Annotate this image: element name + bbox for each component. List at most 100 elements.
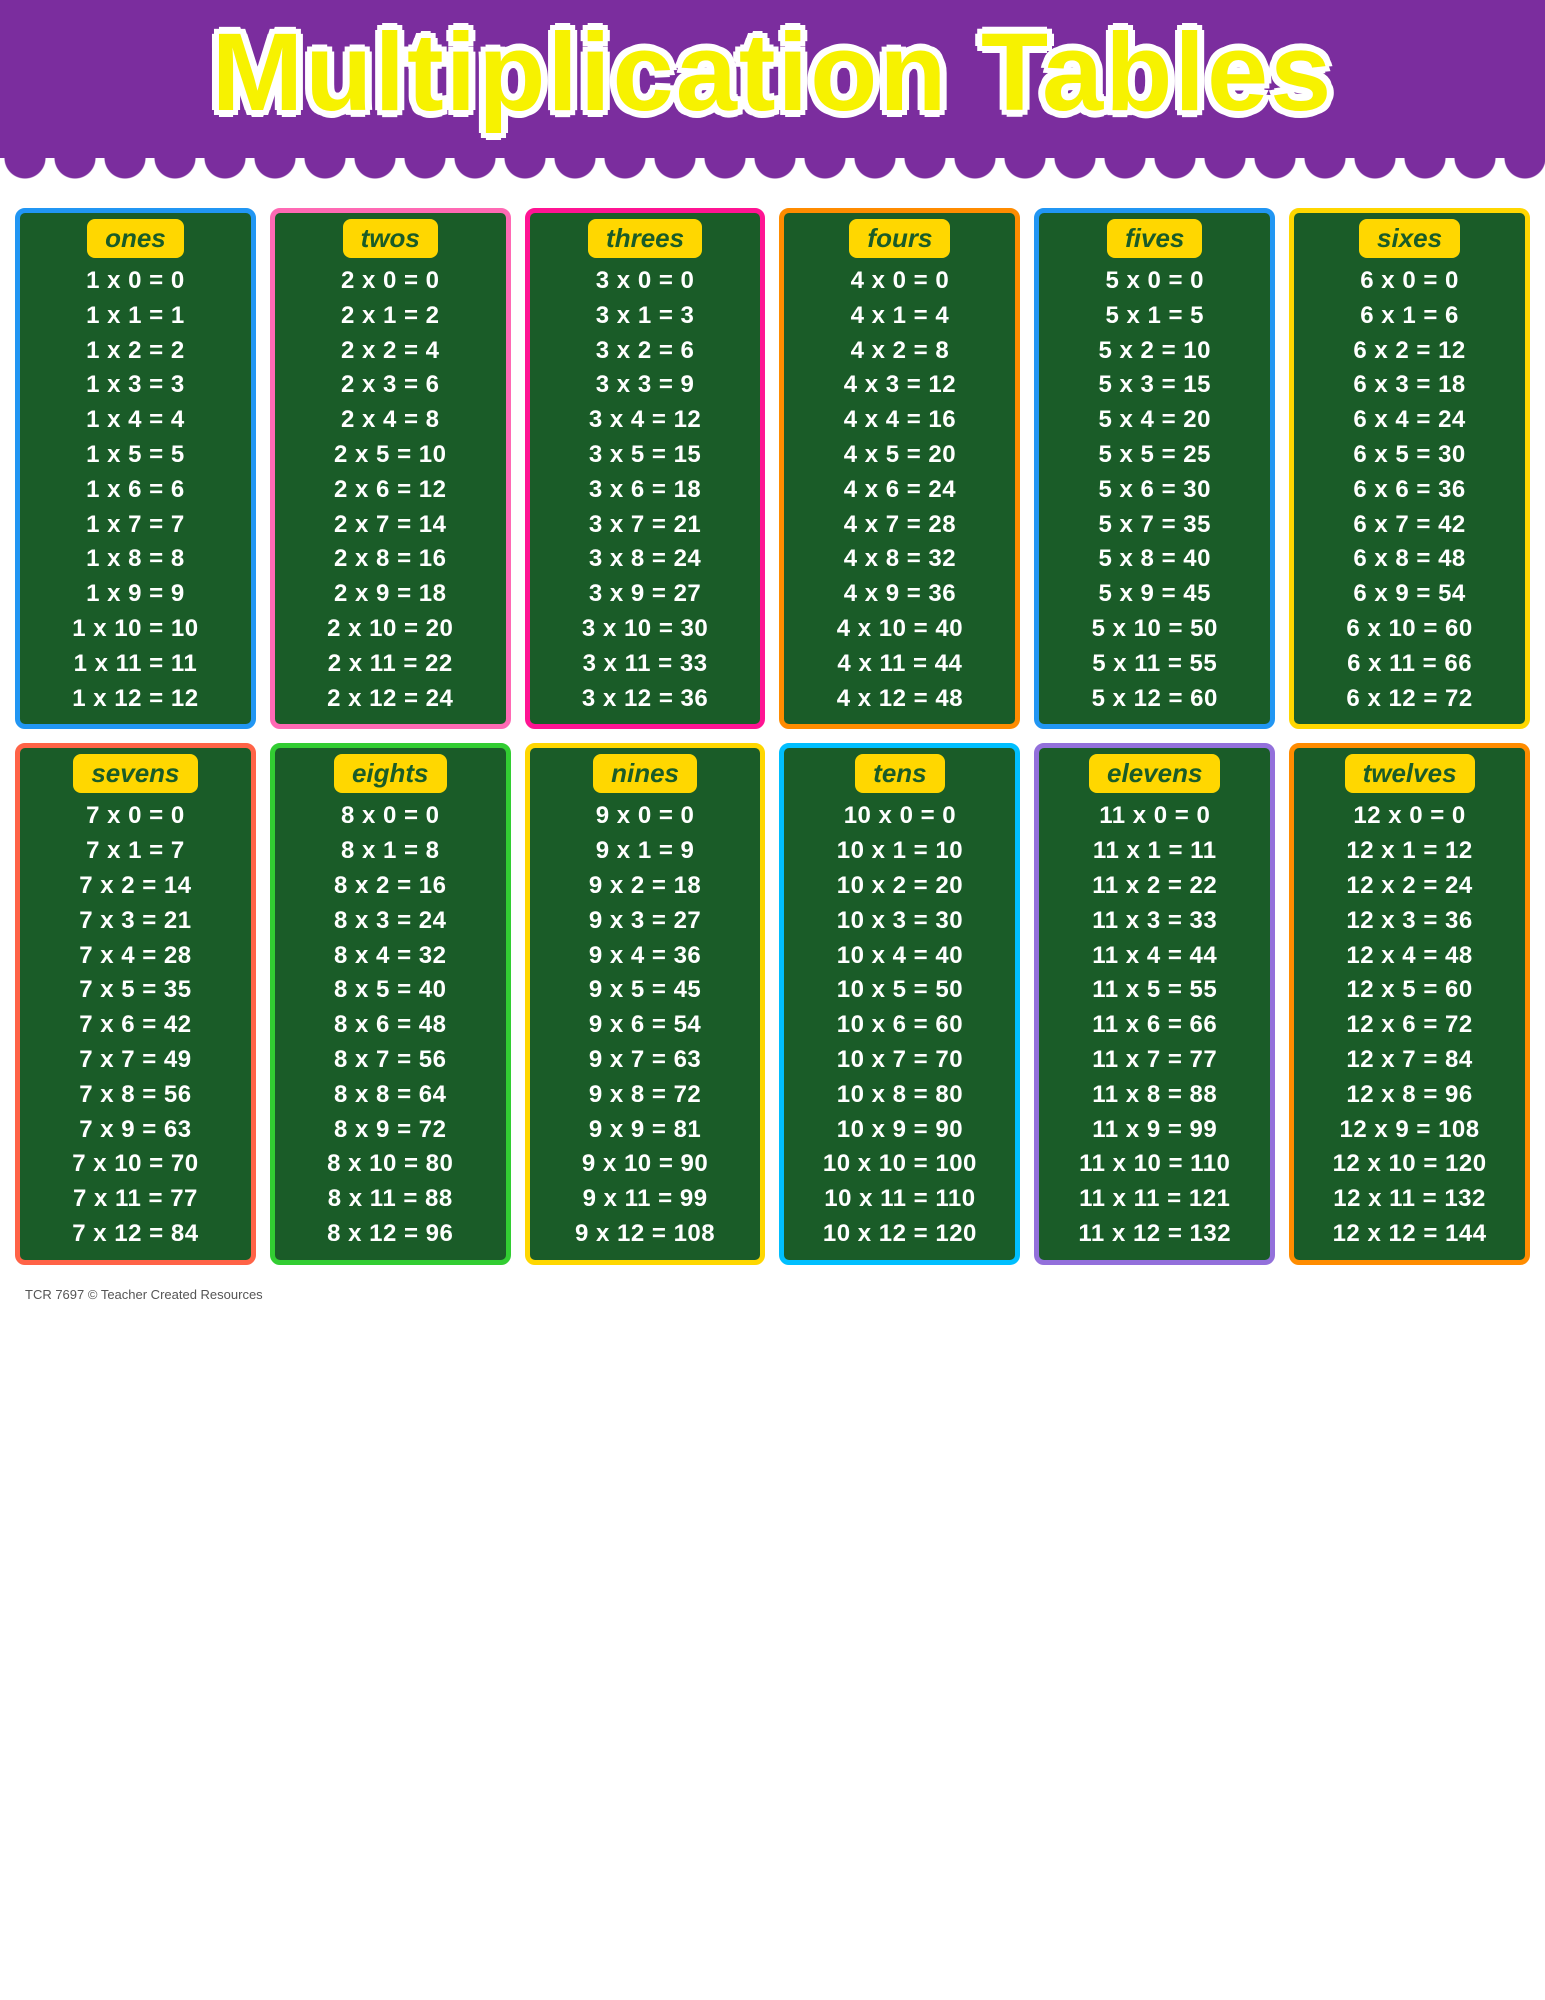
- card-row-twos-5: 2 x 5 = 10: [334, 438, 446, 473]
- card-row-twos-12: 2 x 12 = 24: [327, 682, 453, 717]
- card-rows-sevens: 7 x 0 = 07 x 1 = 77 x 2 = 147 x 3 = 217 …: [24, 799, 247, 1255]
- card-row-fours-1: 4 x 1 = 4: [851, 299, 950, 334]
- table-card-sevens: sevens 7 x 0 = 07 x 1 = 77 x 2 = 147 x 3 …: [15, 743, 256, 1264]
- card-row-elevens-8: 11 x 8 = 88: [1092, 1078, 1217, 1113]
- card-row-threes-0: 3 x 0 = 0: [596, 264, 695, 299]
- card-row-tens-12: 10 x 12 = 120: [823, 1217, 977, 1252]
- card-row-threes-4: 3 x 4 = 12: [589, 403, 701, 438]
- card-row-twelves-9: 12 x 9 = 108: [1340, 1113, 1480, 1148]
- header: Multiplication Tables: [0, 0, 1545, 158]
- card-title-twelves: twelves: [1345, 754, 1475, 793]
- card-row-fives-5: 5 x 5 = 25: [1099, 438, 1211, 473]
- card-row-threes-9: 3 x 9 = 27: [589, 577, 701, 612]
- card-rows-fives: 5 x 0 = 05 x 1 = 55 x 2 = 105 x 3 = 155 …: [1043, 264, 1266, 720]
- card-row-elevens-6: 11 x 6 = 66: [1092, 1008, 1217, 1043]
- card-row-sevens-10: 7 x 10 = 70: [72, 1147, 198, 1182]
- card-row-eights-8: 8 x 8 = 64: [334, 1078, 446, 1113]
- card-row-twos-9: 2 x 9 = 18: [334, 577, 446, 612]
- page-title: Multiplication Tables: [20, 18, 1525, 128]
- table-card-sixes: sixes6 x 0 = 06 x 1 = 66 x 2 = 126 x 3 =…: [1289, 208, 1530, 729]
- card-row-eights-11: 8 x 11 = 88: [328, 1182, 453, 1217]
- card-row-sixes-11: 6 x 11 = 66: [1347, 647, 1472, 682]
- card-row-twelves-11: 12 x 11 = 132: [1333, 1182, 1486, 1217]
- card-row-eights-3: 8 x 3 = 24: [334, 904, 446, 939]
- card-row-ones-11: 1 x 11 = 11: [74, 647, 198, 682]
- table-card-fours: fours4 x 0 = 04 x 1 = 44 x 2 = 84 x 3 = …: [779, 208, 1020, 729]
- card-row-threes-5: 3 x 5 = 15: [589, 438, 701, 473]
- card-row-nines-5: 9 x 5 = 45: [589, 973, 701, 1008]
- card-title-eights: eights: [334, 754, 447, 793]
- card-row-twos-0: 2 x 0 = 0: [341, 264, 440, 299]
- card-row-elevens-11: 11 x 11 = 121: [1079, 1182, 1230, 1217]
- card-rows-threes: 3 x 0 = 03 x 1 = 33 x 2 = 63 x 3 = 93 x …: [534, 264, 757, 720]
- card-row-twelves-7: 12 x 7 = 84: [1346, 1043, 1472, 1078]
- card-title-nines: nines: [593, 754, 697, 793]
- card-rows-eights: 8 x 0 = 08 x 1 = 88 x 2 = 168 x 3 = 248 …: [279, 799, 502, 1255]
- card-row-threes-8: 3 x 8 = 24: [589, 542, 701, 577]
- card-row-sevens-0: 7 x 0 = 0: [86, 799, 185, 834]
- card-row-twos-2: 2 x 2 = 4: [341, 334, 440, 369]
- card-row-fives-0: 5 x 0 = 0: [1105, 264, 1204, 299]
- card-row-sixes-12: 6 x 12 = 72: [1346, 682, 1472, 717]
- card-row-ones-10: 1 x 10 = 10: [72, 612, 198, 647]
- card-row-eights-1: 8 x 1 = 8: [341, 834, 440, 869]
- card-row-fours-3: 4 x 3 = 12: [844, 368, 956, 403]
- card-row-nines-10: 9 x 10 = 90: [582, 1147, 708, 1182]
- card-row-elevens-4: 11 x 4 = 44: [1092, 939, 1217, 974]
- card-rows-nines: 9 x 0 = 09 x 1 = 99 x 2 = 189 x 3 = 279 …: [534, 799, 757, 1255]
- card-row-fours-2: 4 x 2 = 8: [851, 334, 950, 369]
- card-row-fives-6: 5 x 6 = 30: [1099, 473, 1211, 508]
- table-card-elevens: elevens11 x 0 = 011 x 1 = 1111 x 2 = 221…: [1034, 743, 1275, 1264]
- card-row-sixes-8: 6 x 8 = 48: [1353, 542, 1465, 577]
- card-row-elevens-3: 11 x 3 = 33: [1092, 904, 1217, 939]
- card-row-eights-4: 8 x 4 = 32: [334, 939, 446, 974]
- card-row-ones-7: 1 x 7 = 7: [86, 508, 185, 543]
- table-card-nines: nines 9 x 0 = 09 x 1 = 99 x 2 = 189 x 3 =…: [525, 743, 766, 1264]
- card-title-elevens: elevens: [1089, 754, 1220, 793]
- card-row-threes-10: 3 x 10 = 30: [582, 612, 708, 647]
- card-row-threes-12: 3 x 12 = 36: [582, 682, 708, 717]
- card-row-sevens-12: 7 x 12 = 84: [72, 1217, 198, 1252]
- card-row-sixes-7: 6 x 7 = 42: [1353, 508, 1465, 543]
- card-row-nines-12: 9 x 12 = 108: [575, 1217, 715, 1252]
- card-row-tens-7: 10 x 7 = 70: [837, 1043, 963, 1078]
- card-row-tens-10: 10 x 10 = 100: [823, 1147, 977, 1182]
- card-row-sevens-6: 7 x 6 = 42: [79, 1008, 191, 1043]
- card-row-twos-10: 2 x 10 = 20: [327, 612, 453, 647]
- card-row-eights-10: 8 x 10 = 80: [327, 1147, 453, 1182]
- card-title-tens: tens: [855, 754, 944, 793]
- card-row-tens-0: 10 x 0 = 0: [844, 799, 956, 834]
- card-row-tens-1: 10 x 1 = 10: [837, 834, 963, 869]
- card-row-fours-12: 4 x 12 = 48: [837, 682, 963, 717]
- card-row-sixes-2: 6 x 2 = 12: [1353, 334, 1465, 369]
- card-row-tens-5: 10 x 5 = 50: [837, 973, 963, 1008]
- card-row-elevens-1: 11 x 1 = 11: [1093, 834, 1217, 869]
- card-row-twelves-2: 12 x 2 = 24: [1346, 869, 1472, 904]
- table-card-twos: twos2 x 0 = 02 x 1 = 22 x 2 = 42 x 3 = 6…: [270, 208, 511, 729]
- card-row-twelves-0: 12 x 0 = 0: [1353, 799, 1465, 834]
- card-title-sevens: sevens: [73, 754, 197, 793]
- card-row-fives-1: 5 x 1 = 5: [1105, 299, 1204, 334]
- card-row-fours-5: 4 x 5 = 20: [844, 438, 956, 473]
- card-row-twos-6: 2 x 6 = 12: [334, 473, 446, 508]
- card-row-eights-6: 8 x 6 = 48: [334, 1008, 446, 1043]
- card-row-sixes-1: 6 x 1 = 6: [1360, 299, 1459, 334]
- card-row-eights-7: 8 x 7 = 56: [334, 1043, 446, 1078]
- card-row-fours-8: 4 x 8 = 32: [844, 542, 956, 577]
- card-row-sixes-5: 6 x 5 = 30: [1353, 438, 1465, 473]
- card-row-ones-1: 1 x 1 = 1: [86, 299, 185, 334]
- card-row-ones-2: 1 x 2 = 2: [86, 334, 185, 369]
- tables-grid: ones1 x 0 = 01 x 1 = 11 x 2 = 21 x 3 = 3…: [15, 208, 1530, 1265]
- card-row-eights-12: 8 x 12 = 96: [327, 1217, 453, 1252]
- card-row-sevens-4: 7 x 4 = 28: [79, 939, 191, 974]
- card-row-threes-2: 3 x 2 = 6: [596, 334, 695, 369]
- table-card-ones: ones1 x 0 = 01 x 1 = 11 x 2 = 21 x 3 = 3…: [15, 208, 256, 729]
- card-row-threes-3: 3 x 3 = 9: [596, 368, 695, 403]
- card-row-sevens-2: 7 x 2 = 14: [79, 869, 191, 904]
- card-row-sixes-0: 6 x 0 = 0: [1360, 264, 1459, 299]
- card-row-sixes-10: 6 x 10 = 60: [1346, 612, 1472, 647]
- card-row-sixes-4: 6 x 4 = 24: [1353, 403, 1465, 438]
- card-row-elevens-7: 11 x 7 = 77: [1092, 1043, 1217, 1078]
- card-row-fives-11: 5 x 11 = 55: [1092, 647, 1217, 682]
- card-row-fives-12: 5 x 12 = 60: [1092, 682, 1218, 717]
